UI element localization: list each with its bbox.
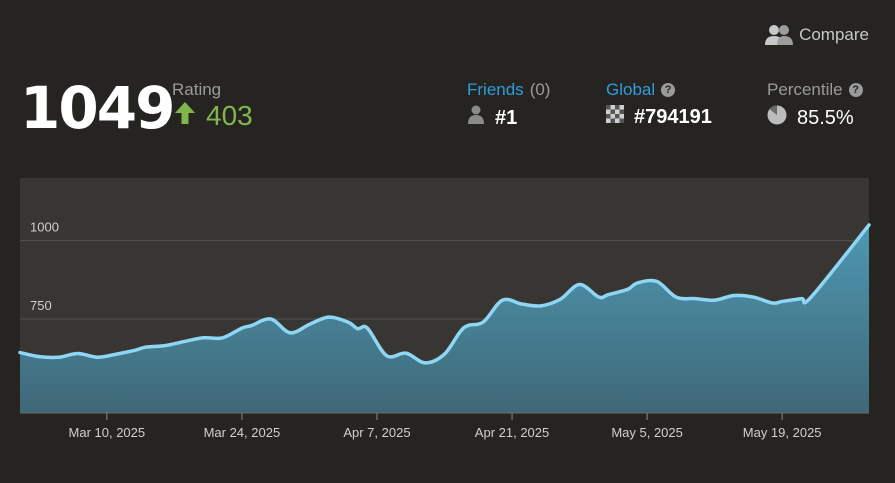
pie-chart-icon [767,105,787,131]
checkered-flag-icon [606,105,624,129]
friends-count: (0) [529,80,551,99]
friends-link[interactable]: Friends [467,80,524,100]
friends-stat: Friends (0) #1 [467,80,550,131]
global-link[interactable]: Global [606,80,655,100]
percentile-stat: Percentile ? 85.5% [767,80,863,131]
x-tick-label: May 19, 2025 [743,425,822,440]
y-tick-label: 750 [30,298,52,313]
x-tick-label: Mar 24, 2025 [204,425,281,440]
compare-button[interactable]: Compare [765,24,869,46]
percentile-value: 85.5% [797,106,854,129]
rating-history-chart: 5007501000Mar 10, 2025Mar 24, 2025Apr 7,… [18,178,871,440]
global-rank: #794191 [634,105,712,128]
x-tick-label: Mar 10, 2025 [69,425,146,440]
help-icon[interactable]: ? [848,83,863,97]
rating-change: 403 [174,100,253,132]
friends-rank: #1 [495,106,518,129]
user-icon [467,105,485,131]
x-tick-label: May 5, 2025 [611,425,683,440]
users-icon [765,24,794,46]
help-icon[interactable]: ? [661,83,676,97]
current-rating: 1049 [20,74,175,142]
rating-label: Rating [172,80,222,99]
x-tick-label: Apr 7, 2025 [343,425,410,440]
compare-label: Compare [799,25,869,44]
arrow-up-icon [174,100,196,132]
percentile-label: Percentile [767,80,843,99]
global-stat: Global ? #794191 [606,80,712,129]
x-tick-label: Apr 21, 2025 [475,425,549,440]
rating-change-value: 403 [206,100,253,131]
y-tick-label: 1000 [30,220,59,235]
